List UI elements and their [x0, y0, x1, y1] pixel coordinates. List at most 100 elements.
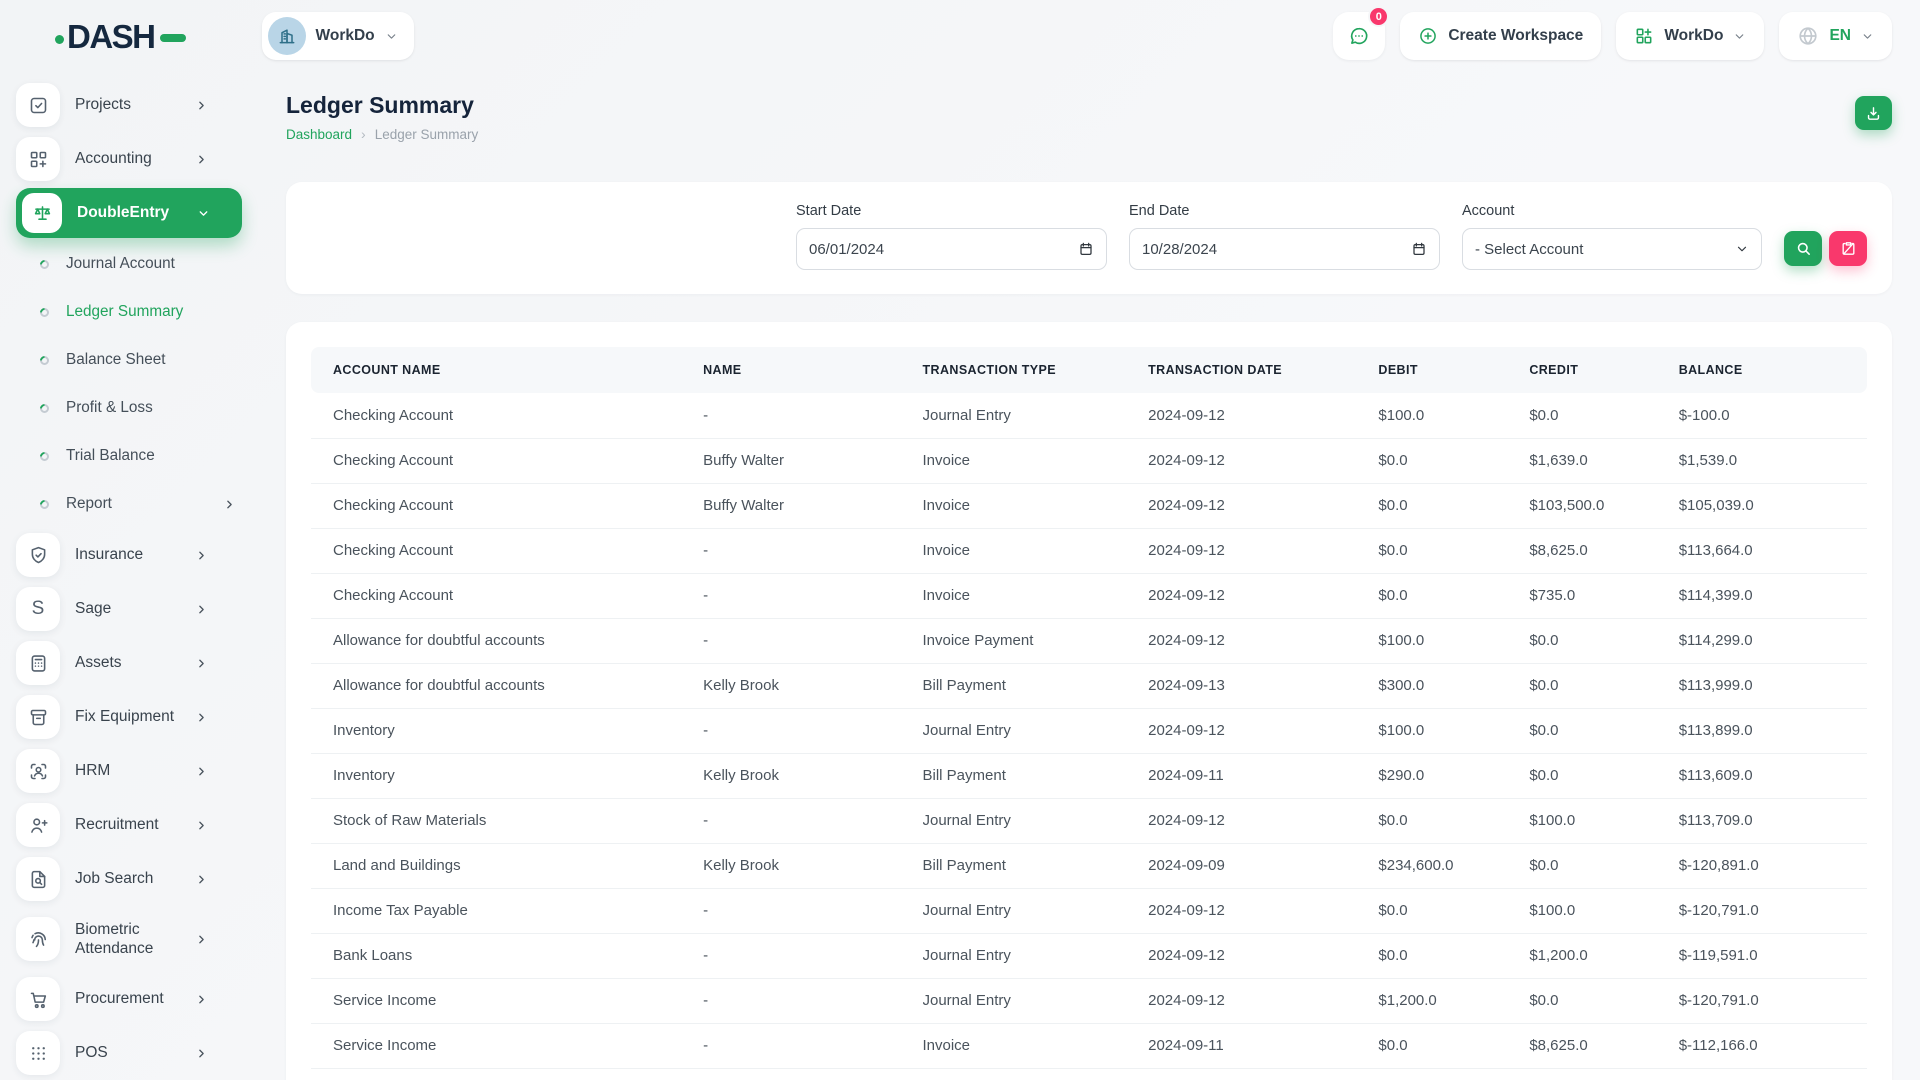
calendar-icon	[1411, 241, 1427, 257]
ledger-table-body: Checking Account-Journal Entry2024-09-12…	[311, 393, 1867, 1068]
sidebar-subitem-balance-sheet[interactable]: Balance Sheet	[16, 336, 258, 384]
filter-group: Start Date 06/01/2024 End Date 10/28/202…	[796, 203, 1867, 270]
archive-box-icon	[16, 695, 60, 739]
sidebar-item-job-search[interactable]: Job Search	[16, 852, 258, 906]
table-header-row: ACCOUNT NAME NAME TRANSACTION TYPE TRANS…	[311, 347, 1867, 393]
user-plus-icon	[16, 803, 60, 847]
chevron-right-icon	[195, 711, 208, 724]
table-row: Checking AccountBuffy WalterInvoice2024-…	[311, 438, 1867, 483]
sidebar-item-label: DoubleEntry	[77, 203, 197, 222]
sage-s-icon: S	[16, 587, 60, 631]
logo-text: DASH	[67, 20, 155, 53]
col-debit: DEBIT	[1378, 347, 1529, 393]
ledger-table-card: ACCOUNT NAME NAME TRANSACTION TYPE TRANS…	[286, 322, 1892, 1080]
sidebar-item-label: HRM	[75, 761, 195, 780]
sidebar-item-label: Fix Equipment	[75, 707, 195, 726]
user-scan-icon	[16, 749, 60, 793]
create-workspace-button[interactable]: Create Workspace	[1400, 12, 1601, 60]
page-head: Ledger Summary Dashboard › Ledger Summar…	[286, 86, 1892, 142]
header-actions: 0 Create Workspace WorkDo EN	[1333, 12, 1892, 60]
sidebar-subitem-ledger-summary[interactable]: Ledger Summary	[16, 288, 258, 336]
table-row: Checking Account-Invoice2024-09-12$0.0$7…	[311, 573, 1867, 618]
plus-circle-icon	[1418, 26, 1438, 46]
table-row: Income Tax Payable-Journal Entry2024-09-…	[311, 888, 1867, 933]
sidebar-item-label: Biometric Attendance	[75, 920, 195, 959]
col-transaction-date: TRANSACTION DATE	[1148, 347, 1378, 393]
end-date-input[interactable]: 10/28/2024	[1129, 228, 1440, 270]
dots-grid-icon	[16, 1031, 60, 1075]
sidebar-subitem-label: Profit & Loss	[66, 399, 258, 417]
chevron-right-icon	[195, 603, 208, 616]
account-select-value: - Select Account	[1475, 241, 1583, 258]
col-name: NAME	[703, 347, 922, 393]
breadcrumb-dashboard-link[interactable]: Dashboard	[286, 127, 352, 142]
workspace-switcher[interactable]: WorkDo	[262, 12, 414, 60]
bullet-icon	[38, 306, 51, 319]
sidebar-item-pos[interactable]: POS	[16, 1026, 258, 1080]
app-menu-button[interactable]: WorkDo	[1616, 12, 1764, 60]
chevron-down-icon	[197, 207, 210, 220]
language-selector[interactable]: EN	[1779, 12, 1892, 60]
chevron-right-icon	[223, 498, 236, 511]
account-select[interactable]: - Select Account	[1462, 228, 1762, 270]
filter-search-button[interactable]	[1784, 231, 1822, 266]
start-date-field: Start Date 06/01/2024	[796, 203, 1107, 270]
table-row: Inventory-Journal Entry2024-09-12$100.0$…	[311, 708, 1867, 753]
chevron-right-icon	[195, 657, 208, 670]
export-download-button[interactable]	[1855, 96, 1892, 130]
sidebar-item-accounting[interactable]: Accounting	[16, 132, 258, 186]
sidebar-item-label: Projects	[75, 95, 195, 114]
chevron-down-icon	[1733, 30, 1746, 43]
sidebar-item-label: Sage	[75, 599, 195, 618]
sidebar-item-fix-equipment[interactable]: Fix Equipment	[16, 690, 258, 744]
sidebar-item-label: Assets	[75, 653, 195, 672]
sidebar-item-label: Insurance	[75, 545, 195, 564]
cart-icon	[16, 977, 60, 1021]
breadcrumb-current: Ledger Summary	[375, 127, 479, 142]
sidebar-item-hrm[interactable]: HRM	[16, 744, 258, 798]
start-date-input[interactable]: 06/01/2024	[796, 228, 1107, 270]
table-row: Service Income-Invoice2024-09-11$0.0$8,6…	[311, 1023, 1867, 1068]
account-field: Account - Select Account	[1462, 203, 1762, 270]
filter-reset-button[interactable]	[1829, 231, 1867, 266]
messages-button[interactable]: 0	[1333, 12, 1385, 60]
grid-plus-icon	[1634, 26, 1654, 46]
logo-dash-icon	[160, 34, 186, 42]
sidebar-item-insurance[interactable]: Insurance	[16, 528, 258, 582]
table-row: Checking Account-Invoice2024-09-12$0.0$8…	[311, 528, 1867, 573]
table-row: Allowance for doubtful accounts-Invoice …	[311, 618, 1867, 663]
create-workspace-label: Create Workspace	[1448, 27, 1583, 45]
breadcrumb: Dashboard › Ledger Summary	[286, 126, 478, 142]
chevron-right-icon	[195, 819, 208, 832]
chevron-down-icon	[1735, 242, 1749, 256]
sidebar-item-procurement[interactable]: Procurement	[16, 972, 258, 1026]
logo-dot-icon	[55, 35, 64, 44]
sidebar-item-recruitment[interactable]: Recruitment	[16, 798, 258, 852]
modules-icon	[16, 137, 60, 181]
chevron-right-icon	[195, 873, 208, 886]
page-title: Ledger Summary	[286, 92, 478, 119]
sidebar-subitem-report[interactable]: Report	[16, 480, 258, 528]
workspace-label: WorkDo	[316, 27, 375, 45]
filter-card: Start Date 06/01/2024 End Date 10/28/202…	[286, 182, 1892, 294]
filter-buttons	[1784, 231, 1867, 266]
sidebar-item-sage[interactable]: S Sage	[16, 582, 258, 636]
sidebar-nav: Projects Accounting DoubleEntry Journal Acc…	[0, 72, 258, 1080]
table-row: Checking Account-Journal Entry2024-09-12…	[311, 393, 1867, 438]
table-row: Bank Loans-Journal Entry2024-09-12$0.0$1…	[311, 933, 1867, 978]
document-search-icon	[16, 857, 60, 901]
bullet-icon	[38, 450, 51, 463]
sidebar-item-doubleentry[interactable]: DoubleEntry	[16, 188, 242, 238]
sidebar-subitem-trial-balance[interactable]: Trial Balance	[16, 432, 258, 480]
sidebar-subitem-profit-loss[interactable]: Profit & Loss	[16, 384, 258, 432]
sidebar-item-biometric-attendance[interactable]: Biometric Attendance	[16, 906, 258, 972]
chevron-right-icon	[195, 99, 208, 112]
start-date-value: 06/01/2024	[809, 241, 884, 258]
sidebar-item-projects[interactable]: Projects	[16, 78, 258, 132]
sidebar-subitem-journal-account[interactable]: Journal Account	[16, 240, 258, 288]
sidebar-subitem-label: Balance Sheet	[66, 351, 258, 369]
sidebar-item-assets[interactable]: Assets	[16, 636, 258, 690]
sidebar-item-label: Procurement	[75, 989, 195, 1008]
globe-icon	[1797, 25, 1819, 47]
end-date-label: End Date	[1129, 203, 1440, 219]
